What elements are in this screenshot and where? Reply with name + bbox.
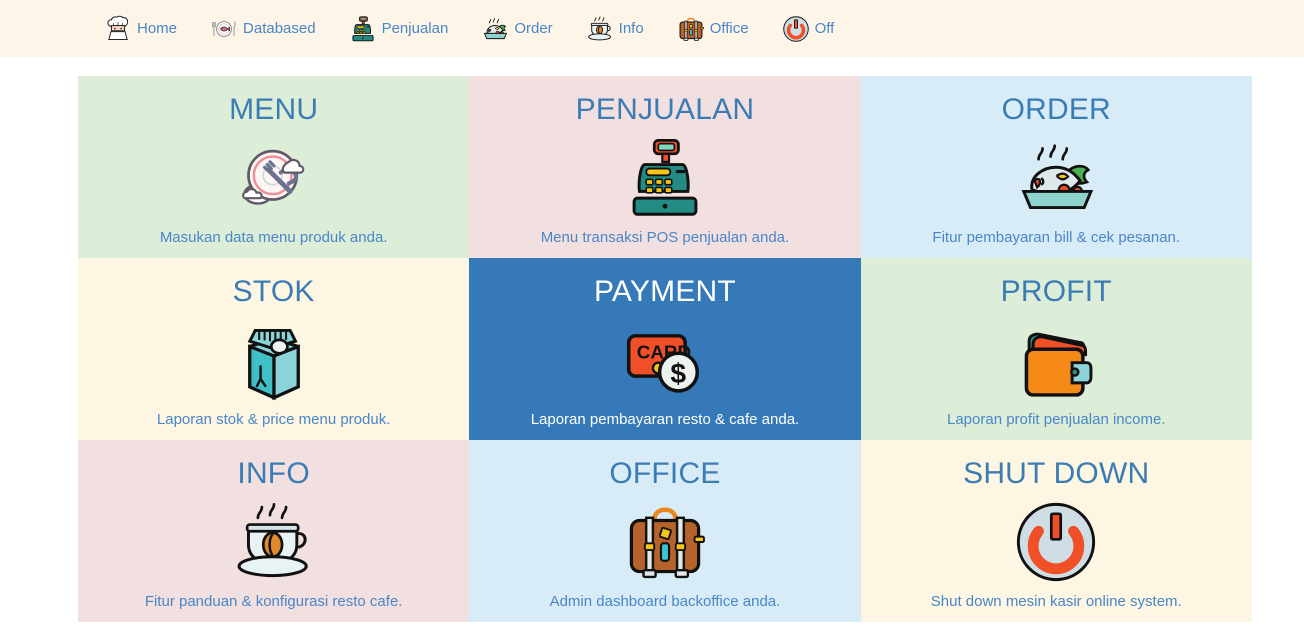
suitcase-icon: [469, 490, 860, 595]
tile-title: OFFICE: [609, 457, 721, 490]
svg-text:$: $: [670, 357, 686, 389]
dashboard-tile-grid: MENU Masukan data menu produk anda. PENJU…: [78, 76, 1252, 622]
tile-title: INFO: [237, 457, 310, 490]
nav-item-label: Off: [814, 20, 835, 37]
tile-title: MENU: [229, 93, 319, 126]
nav-item-label: Penjualan: [381, 20, 449, 37]
tile-title: PROFIT: [1000, 275, 1112, 308]
nav-item-label: Info: [618, 20, 644, 37]
fish-dish-icon: [861, 126, 1252, 231]
cash-register-icon: [469, 126, 860, 231]
coffee-cup-icon: [586, 15, 614, 43]
nav-item-off[interactable]: Off: [782, 15, 835, 43]
nav-item-label: Office: [709, 20, 749, 37]
tile-stok[interactable]: STOK Laporan stok & price menu produk.: [78, 258, 470, 440]
nav-item-label: Home: [137, 20, 178, 37]
tile-caption: Fitur pembayaran bill & cek pesanan.: [932, 229, 1181, 246]
fish-dish-icon: [481, 15, 509, 43]
tile-caption: Laporan stok & price menu produk.: [156, 411, 391, 428]
suitcase-icon: [677, 15, 705, 43]
nav-item-databased[interactable]: Databased: [210, 15, 316, 43]
tile-office[interactable]: OFFICE Admin dashboard backoffice anda.: [469, 440, 861, 622]
plate-fork-icon: [78, 126, 469, 231]
nav-item-order[interactable]: Order: [481, 15, 553, 43]
nav-item-office[interactable]: Office: [677, 15, 749, 43]
plate-fish-cutlery-icon: [210, 15, 238, 43]
tile-order[interactable]: ORDER Fitur pembayaran bill & cek pesana…: [860, 76, 1252, 258]
tile-shut-down[interactable]: SHUT DOWN Shut down mesin kasir online s…: [860, 440, 1252, 622]
milk-carton-icon: [78, 308, 469, 413]
tile-caption: Fitur panduan & konfigurasi resto cafe.: [144, 593, 403, 610]
tile-caption: Laporan profit penjualan income.: [947, 411, 1166, 428]
tile-payment[interactable]: PAYMENT CARD $ Laporan pembayaran resto …: [469, 258, 861, 440]
tile-caption: Laporan pembayaran resto & cafe anda.: [530, 411, 800, 428]
nav-item-info[interactable]: Info: [586, 15, 644, 43]
nav-item-penjualan[interactable]: Penjualan: [349, 15, 449, 43]
tile-info[interactable]: INFO Fitur panduan & konfigurasi resto c…: [78, 440, 470, 622]
tile-title: PAYMENT: [593, 275, 736, 308]
tile-caption: Masukan data menu produk anda.: [159, 229, 388, 246]
top-navigation-bar: Home Databased Penjualan Order Info Offi…: [0, 0, 1304, 57]
tile-caption: Admin dashboard backoffice anda.: [549, 593, 781, 610]
card-coin-icon: CARD $: [469, 308, 860, 413]
tile-title: ORDER: [1001, 93, 1111, 126]
coffee-cup-icon: [78, 490, 469, 595]
tile-penjualan[interactable]: PENJUALAN Menu transaksi POS penjualan a…: [469, 76, 861, 258]
chef-hat-icon: [104, 15, 132, 43]
tile-caption: Shut down mesin kasir online system.: [930, 593, 1182, 610]
wallet-icon: [861, 308, 1252, 413]
tile-caption: Menu transaksi POS penjualan anda.: [540, 229, 790, 246]
tile-title: STOK: [232, 275, 315, 308]
power-button-icon: [782, 15, 810, 43]
tile-title: SHUT DOWN: [963, 457, 1150, 490]
nav-item-home[interactable]: Home: [104, 15, 177, 43]
tile-menu[interactable]: MENU Masukan data menu produk anda.: [78, 76, 470, 258]
nav-item-label: Databased: [243, 20, 316, 37]
nav-item-label: Order: [514, 20, 553, 37]
tile-profit[interactable]: PROFIT Laporan profit penjualan income.: [860, 258, 1252, 440]
tile-title: PENJUALAN: [575, 93, 755, 126]
power-button-icon: [861, 490, 1252, 595]
cash-register-icon: [349, 15, 377, 43]
